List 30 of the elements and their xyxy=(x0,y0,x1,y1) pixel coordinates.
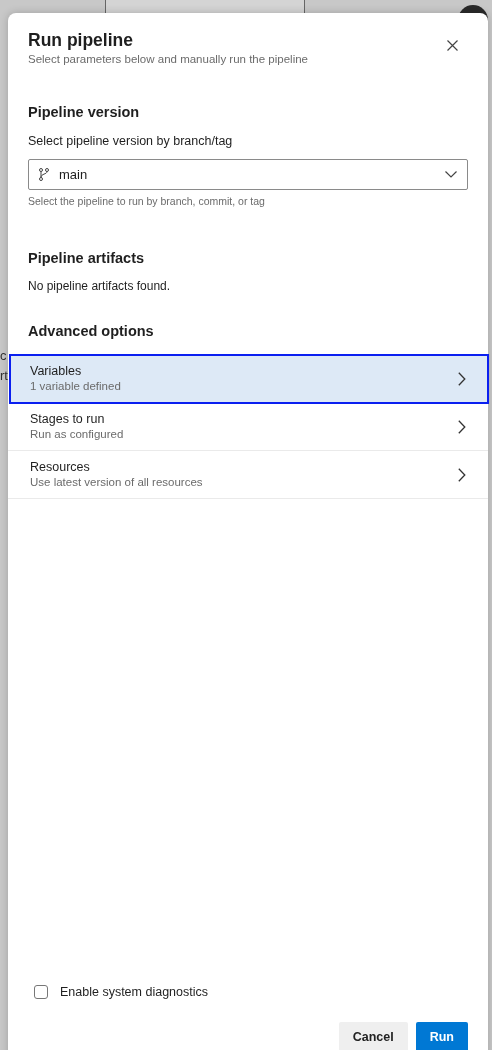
option-row[interactable]: Resources Use latest version of all resources xyxy=(8,451,488,499)
chevron-right-icon xyxy=(458,371,466,386)
cancel-button[interactable]: Cancel xyxy=(338,1021,408,1050)
option-title: Variables xyxy=(30,363,83,380)
dialog-title: Run pipeline xyxy=(28,30,134,51)
branch-icon xyxy=(39,167,49,181)
section-heading: Pipeline artifacts xyxy=(28,248,146,268)
branch-dropdown[interactable]: main xyxy=(28,158,468,190)
checkbox-label: Enable system diagnostics xyxy=(60,984,208,1001)
checkbox[interactable] xyxy=(34,985,48,1000)
option-subtitle: 1 variable defined xyxy=(30,379,121,394)
background-text: c xyxy=(0,347,7,365)
empty-message: No pipeline artifacts found. xyxy=(28,278,172,296)
option-row[interactable]: Variables 1 variable defined xyxy=(10,355,488,403)
dialog-subtitle: Select parameters below and manually run the pipeline xyxy=(28,52,308,67)
option-subtitle: Use latest version of all resources xyxy=(30,475,203,490)
chevron-down-icon xyxy=(445,170,457,178)
chevron-right-icon xyxy=(458,419,466,434)
chevron-right-icon xyxy=(458,467,466,482)
section-heading: Advanced options xyxy=(28,322,155,342)
field-label: Select pipeline version by branch/tag xyxy=(28,133,234,150)
option-title: Resources xyxy=(30,459,91,476)
help-text: Select the pipeline to run by branch, commit, or tag xyxy=(28,193,266,209)
section-heading: Pipeline version xyxy=(28,103,141,123)
option-title: Stages to run xyxy=(30,411,106,428)
option-row[interactable]: Stages to run Run as configured xyxy=(8,403,488,451)
close-icon xyxy=(447,40,458,51)
run-button[interactable]: Run xyxy=(415,1021,468,1050)
background-text: rt xyxy=(0,367,8,385)
option-subtitle: Run as configured xyxy=(30,427,124,442)
